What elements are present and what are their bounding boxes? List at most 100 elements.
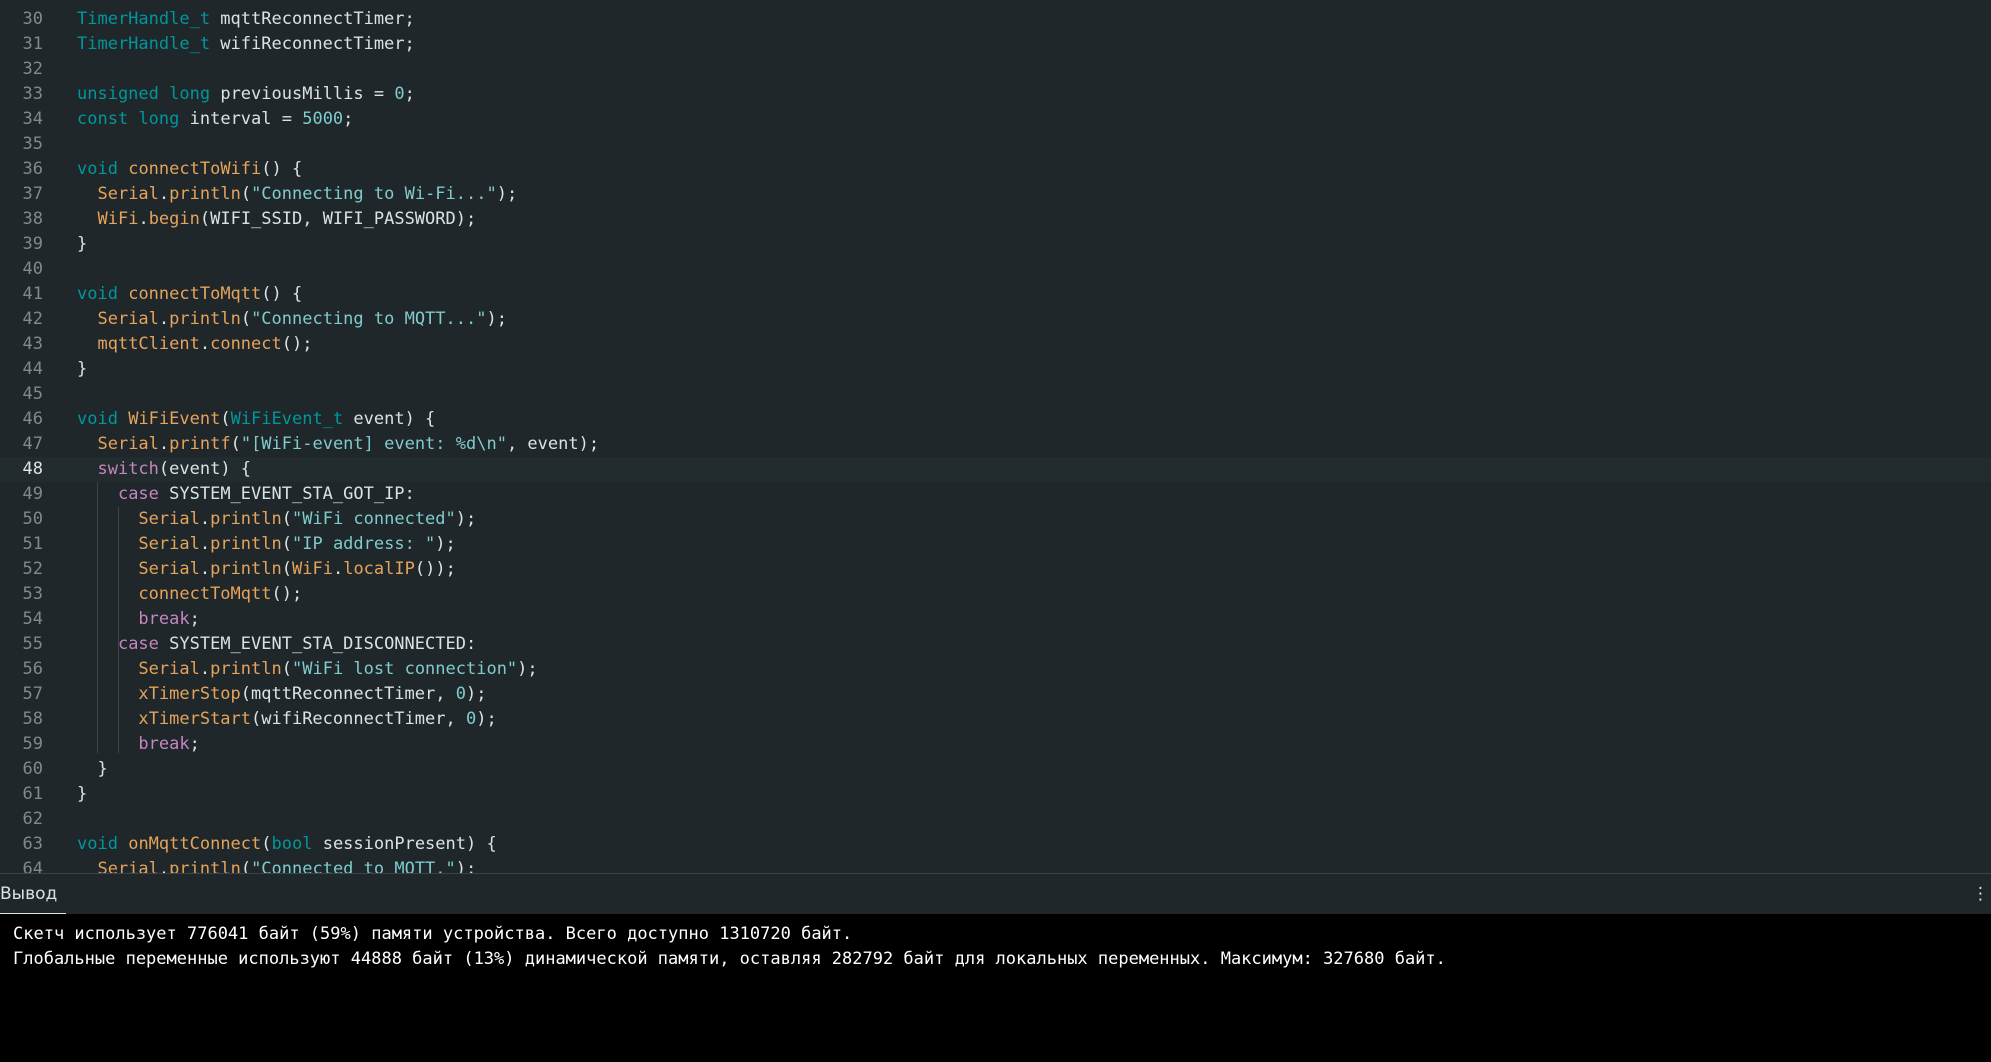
code-line[interactable]: 46 void WiFiEvent(WiFiEvent_t event) { bbox=[0, 407, 1991, 432]
code-token: println bbox=[210, 659, 282, 679]
code-text: Serial.printf("[WiFi-event] event: %d\n"… bbox=[77, 432, 599, 457]
code-line[interactable]: 33 unsigned long previousMillis = 0; bbox=[0, 82, 1991, 107]
line-number: 38 bbox=[22, 209, 43, 229]
code-token: } bbox=[77, 234, 88, 254]
code-line[interactable]: 63 void onMqttConnect(bool sessionPresent… bbox=[0, 832, 1991, 857]
line-number: 37 bbox=[22, 184, 43, 204]
code-line[interactable]: 30 TimerHandle_t mqttReconnectTimer; bbox=[0, 7, 1991, 32]
code-token: Serial bbox=[97, 434, 159, 454]
code-text: void connectToWifi() { bbox=[77, 157, 302, 182]
code-text: } bbox=[77, 357, 87, 382]
indent-guide bbox=[97, 482, 98, 753]
code-editor[interactable]: 30 TimerHandle_t mqttReconnectTimer; 31 Tim… bbox=[0, 0, 1991, 873]
code-token: } bbox=[77, 359, 88, 379]
code-token: Serial bbox=[97, 184, 159, 204]
code-token: } bbox=[77, 784, 88, 804]
code-token: WiFi bbox=[97, 209, 139, 229]
code-line[interactable]: 57 xTimerStop(mqttReconnectTimer, 0); bbox=[0, 682, 1991, 707]
code-token: "WiFi lost connection" bbox=[292, 659, 518, 679]
code-token: SYSTEM_EVENT_STA_DISCONNECTED: bbox=[158, 634, 477, 654]
code-token: case bbox=[117, 634, 159, 654]
code-line[interactable]: 35 bbox=[0, 132, 1991, 157]
code-line[interactable]: 43 mqttClient.connect(); bbox=[0, 332, 1991, 357]
code-token: ); bbox=[517, 659, 538, 679]
code-line[interactable]: 36 void connectToWifi() { bbox=[0, 157, 1991, 182]
more-options-icon[interactable]: ⋮ bbox=[1972, 884, 1989, 904]
code-line[interactable]: 62 bbox=[0, 807, 1991, 832]
code-line[interactable]: 53 connectToMqtt(); bbox=[0, 582, 1991, 607]
code-line[interactable]: 55 case SYSTEM_EVENT_STA_DISCONNECTED: bbox=[0, 632, 1991, 657]
code-token: ); bbox=[455, 509, 477, 529]
code-line[interactable]: 47 Serial.printf("[WiFi-event] event: %d… bbox=[0, 432, 1991, 457]
indent-guide bbox=[118, 507, 119, 753]
line-number: 40 bbox=[22, 259, 43, 279]
code-line[interactable]: 54 break; bbox=[0, 607, 1991, 632]
output-tab[interactable]: Вывод bbox=[0, 884, 57, 904]
code-line[interactable]: 60 } bbox=[0, 757, 1991, 782]
line-number: 32 bbox=[22, 59, 43, 79]
code-line[interactable]: 58 xTimerStart(wifiReconnectTimer, 0); bbox=[0, 707, 1991, 732]
line-number: 34 bbox=[22, 109, 43, 129]
line-number: 33 bbox=[22, 84, 43, 104]
code-token: . bbox=[332, 559, 344, 579]
code-line[interactable]: 34 const long interval = 5000; bbox=[0, 107, 1991, 132]
code-text: Serial.println("Connecting to MQTT..."); bbox=[77, 307, 506, 332]
line-number: 52 bbox=[22, 559, 43, 579]
code-token: Serial bbox=[138, 659, 200, 679]
code-line[interactable]: 32 bbox=[0, 57, 1991, 82]
code-token: , event); bbox=[506, 434, 600, 454]
code-line[interactable]: 45 bbox=[0, 382, 1991, 407]
code-token: . bbox=[199, 559, 211, 579]
code-line[interactable]: 48 switch(event) { bbox=[0, 457, 1991, 482]
code-token: ( bbox=[281, 559, 292, 579]
output-console[interactable]: Скетч использует 776041 байт (59%) памят… bbox=[0, 914, 1991, 1062]
code-text: case SYSTEM_EVENT_STA_GOT_IP: bbox=[77, 482, 415, 507]
code-token: ( bbox=[230, 434, 241, 454]
code-line[interactable]: 44} bbox=[0, 357, 1991, 382]
code-text: break; bbox=[77, 732, 199, 757]
code-text: connectToMqtt(); bbox=[77, 582, 302, 607]
code-token: connectToMqtt bbox=[138, 584, 272, 604]
code-text: } bbox=[77, 232, 87, 257]
code-token: . bbox=[158, 434, 170, 454]
code-line[interactable]: 56 Serial.println("WiFi lost connection"… bbox=[0, 657, 1991, 682]
line-number: 61 bbox=[22, 784, 43, 804]
code-token: ()); bbox=[414, 559, 456, 579]
code-line[interactable]: 31 TimerHandle_t wifiReconnectTimer; bbox=[0, 32, 1991, 57]
code-token: case bbox=[117, 484, 159, 504]
code-token: println bbox=[169, 859, 241, 873]
code-text: } bbox=[77, 757, 107, 782]
code-line[interactable]: 49 case SYSTEM_EVENT_STA_GOT_IP: bbox=[0, 482, 1991, 507]
code-line[interactable]: 64 Serial.println("Connected to MQTT."); bbox=[0, 857, 1991, 873]
code-token: ; bbox=[343, 109, 354, 129]
code-line[interactable]: 40 bbox=[0, 257, 1991, 282]
code-line[interactable]: 37 Serial.println("Connecting to Wi-Fi..… bbox=[0, 182, 1991, 207]
code-token: TimerHandle_t bbox=[77, 9, 211, 29]
code-line[interactable]: 61} bbox=[0, 782, 1991, 807]
code-token: ( bbox=[240, 309, 252, 329]
code-line[interactable]: 39} bbox=[0, 232, 1991, 257]
code-text: unsigned long previousMillis = 0; bbox=[77, 82, 415, 107]
code-token: const bbox=[77, 109, 129, 129]
line-number: 51 bbox=[22, 534, 43, 554]
code-token: event) { bbox=[343, 409, 436, 429]
code-token: ( bbox=[261, 834, 272, 854]
code-line[interactable]: 41 void connectToMqtt() { bbox=[0, 282, 1991, 307]
code-line[interactable]: 38 WiFi.begin(WIFI_SSID, WIFI_PASSWORD); bbox=[0, 207, 1991, 232]
code-line[interactable]: 50 Serial.println("WiFi connected"); bbox=[0, 507, 1991, 532]
code-token: println bbox=[169, 184, 241, 204]
code-line[interactable]: 59 break; bbox=[0, 732, 1991, 757]
line-number: 50 bbox=[22, 509, 43, 529]
code-line[interactable]: 42 Serial.println("Connecting to MQTT...… bbox=[0, 307, 1991, 332]
code-line[interactable]: 51 Serial.println("IP address: "); bbox=[0, 532, 1991, 557]
code-line[interactable]: 52 Serial.println(WiFi.localIP()); bbox=[0, 557, 1991, 582]
